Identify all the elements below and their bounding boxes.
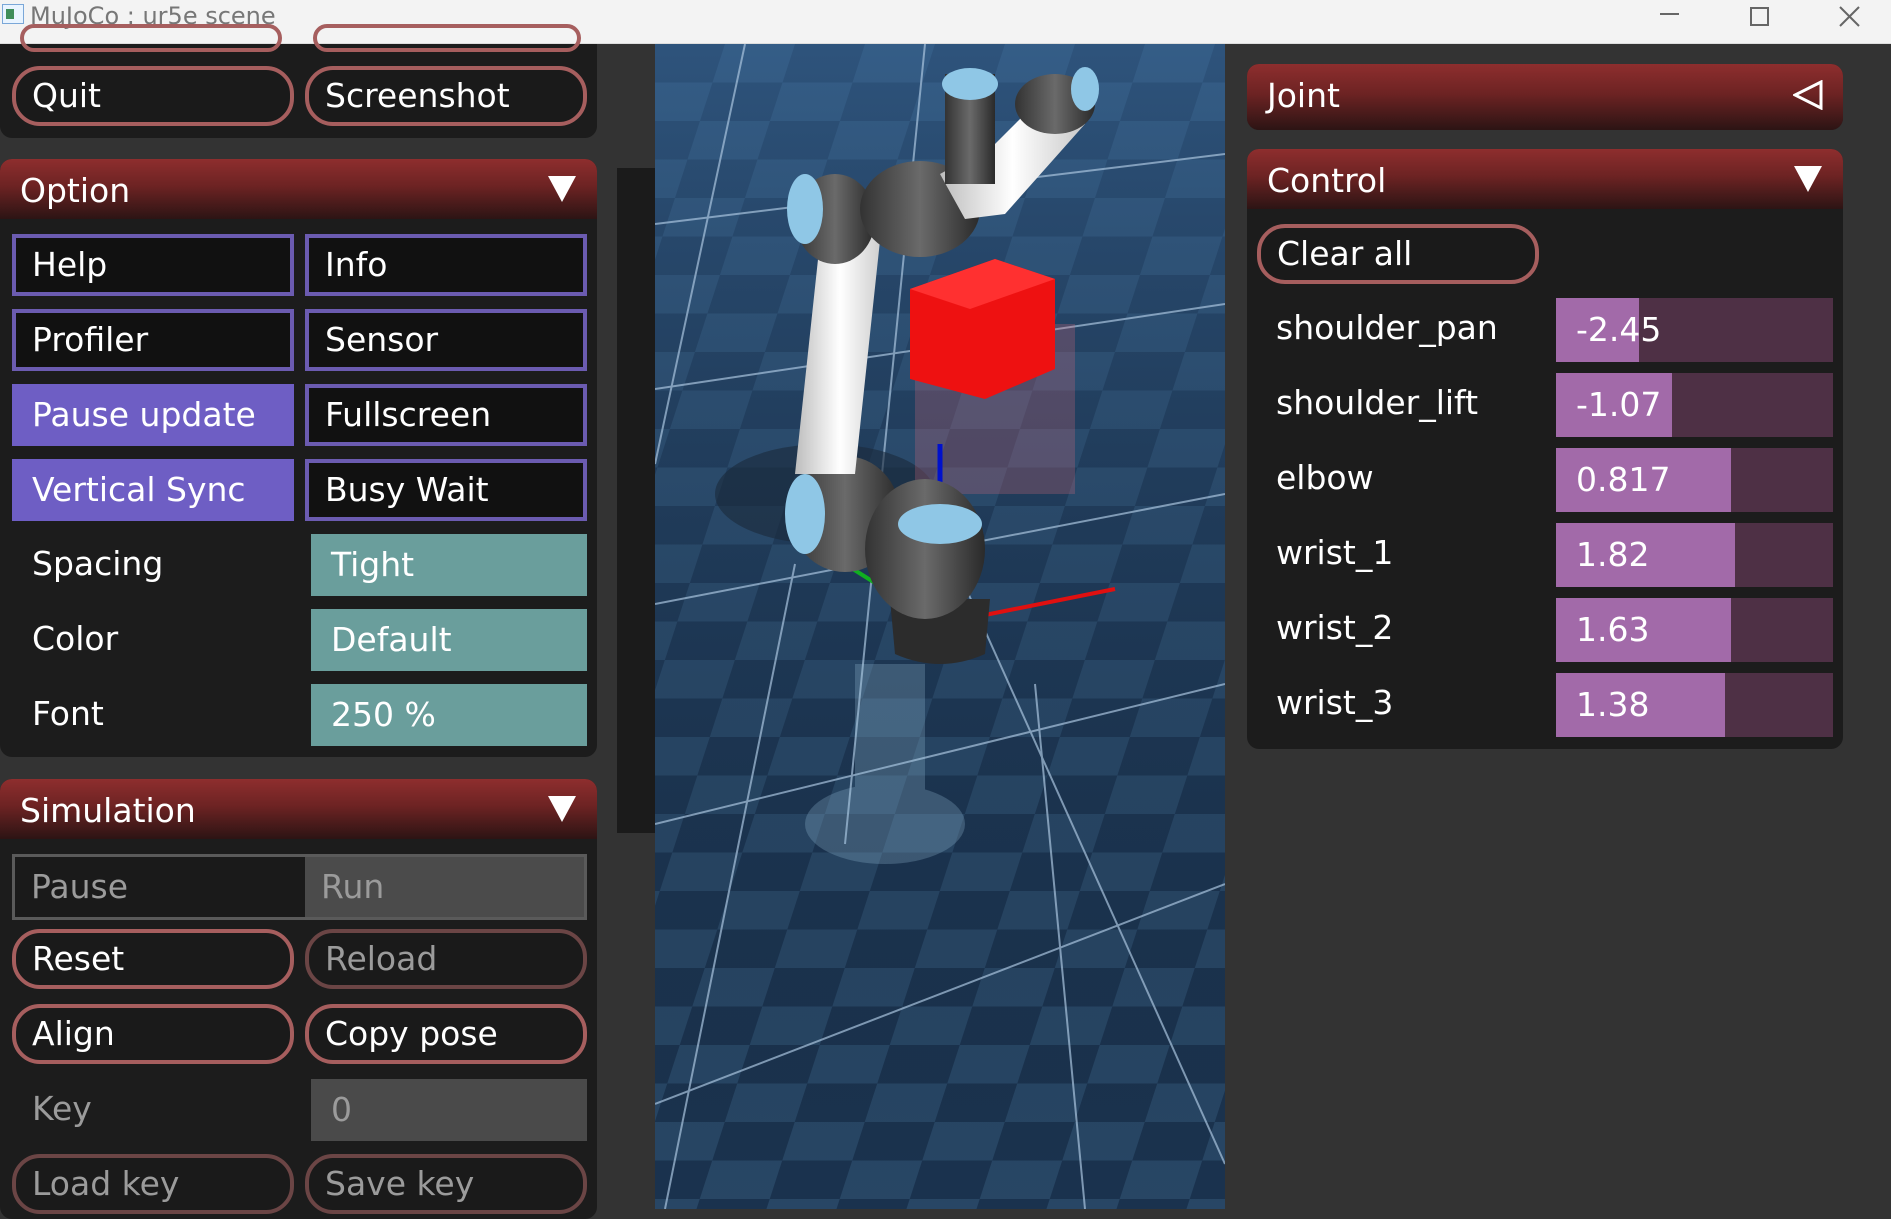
info-button[interactable]: Info xyxy=(305,234,587,296)
fullscreen-button[interactable]: Fullscreen xyxy=(305,384,587,446)
joint-title: Joint xyxy=(1267,76,1340,115)
robot-scene xyxy=(655,44,1225,1209)
screenshot-button[interactable]: Screenshot xyxy=(305,66,587,126)
run-option[interactable]: Run xyxy=(305,857,585,917)
minimize-button[interactable] xyxy=(1625,0,1715,44)
joint-name-label: wrist_1 xyxy=(1276,533,1394,572)
joint-name-label: wrist_2 xyxy=(1276,608,1394,647)
expand-triangle-icon xyxy=(1793,80,1823,110)
joint-slider-wrist-3[interactable]: 1.38 xyxy=(1556,673,1833,737)
close-icon xyxy=(1839,6,1860,27)
joint-slider-wrist-2[interactable]: 1.63 xyxy=(1556,598,1833,662)
slider-value: 1.38 xyxy=(1576,685,1650,724)
reload-button[interactable]: Reload xyxy=(305,929,587,989)
joint-name-label: elbow xyxy=(1276,458,1374,497)
spacing-label: Spacing xyxy=(32,544,164,583)
vertical-sync-button[interactable]: Vertical Sync xyxy=(12,459,294,521)
slider-value: 0.817 xyxy=(1576,460,1671,499)
collapse-triangle-icon xyxy=(1794,166,1822,192)
color-label: Color xyxy=(32,619,119,658)
app-icon xyxy=(2,4,24,24)
simulation-title: Simulation xyxy=(20,791,196,830)
maximize-icon xyxy=(1750,7,1769,26)
joint-slider-elbow[interactable]: 0.817 xyxy=(1556,448,1833,512)
help-button[interactable]: Help xyxy=(12,234,294,296)
font-select[interactable]: 250 % xyxy=(311,684,587,746)
option-header[interactable]: Option xyxy=(0,159,597,219)
joint-panel: Joint xyxy=(1247,64,1843,130)
simulation-panel: Simulation Pause Run Reset Reload Align … xyxy=(0,779,597,1219)
joint-name-label: wrist_3 xyxy=(1276,683,1394,722)
slider-value: 1.82 xyxy=(1576,535,1650,574)
left-panel-scrollbar[interactable] xyxy=(617,168,655,833)
copy-pose-button[interactable]: Copy pose xyxy=(305,1004,587,1064)
quit-button[interactable]: Quit xyxy=(12,66,294,126)
slider-value: -2.45 xyxy=(1576,310,1662,349)
control-title: Control xyxy=(1267,161,1387,200)
busy-wait-button[interactable]: Busy Wait xyxy=(305,459,587,521)
joint-name-label: shoulder_pan xyxy=(1276,308,1498,347)
joint-name-label: shoulder_lift xyxy=(1276,383,1479,422)
load-key-button[interactable]: Load key xyxy=(12,1154,294,1214)
title-bar: MuJoCo : ur5e scene xyxy=(0,0,1891,44)
close-button[interactable] xyxy=(1805,0,1891,44)
pause-option[interactable]: Pause xyxy=(15,857,305,917)
simulation-header[interactable]: Simulation xyxy=(0,779,597,839)
reset-button[interactable]: Reset xyxy=(12,929,294,989)
file-panel: Quit Screenshot xyxy=(0,24,597,138)
collapse-triangle-icon xyxy=(548,796,576,822)
control-header[interactable]: Control xyxy=(1247,149,1843,209)
color-select[interactable]: Default xyxy=(311,609,587,671)
joint-slider-wrist-1[interactable]: 1.82 xyxy=(1556,523,1833,587)
pause-update-button[interactable]: Pause update xyxy=(12,384,294,446)
font-label: Font xyxy=(32,694,104,733)
pause-run-toggle[interactable]: Pause Run xyxy=(12,854,587,920)
joint-slider-shoulder-lift[interactable]: -1.07 xyxy=(1556,373,1833,437)
joint-slider-shoulder-pan[interactable]: -2.45 xyxy=(1556,298,1833,362)
hidden-button-top-left[interactable] xyxy=(20,24,282,52)
align-button[interactable]: Align xyxy=(12,1004,294,1064)
3d-viewport[interactable] xyxy=(655,44,1225,1209)
slider-value: 1.63 xyxy=(1576,610,1650,649)
save-key-button[interactable]: Save key xyxy=(305,1154,587,1214)
spacing-select[interactable]: Tight xyxy=(311,534,587,596)
hidden-button-top-right[interactable] xyxy=(313,24,581,52)
clear-all-button[interactable]: Clear all xyxy=(1257,224,1539,284)
joint-header[interactable]: Joint xyxy=(1247,64,1843,130)
slider-value: -1.07 xyxy=(1576,385,1662,424)
sensor-button[interactable]: Sensor xyxy=(305,309,587,371)
option-title: Option xyxy=(20,171,131,210)
collapse-triangle-icon xyxy=(548,176,576,202)
option-panel: Option Help Info Profiler Sensor Pause u… xyxy=(0,159,597,757)
key-field[interactable]: 0 xyxy=(311,1079,587,1141)
key-label: Key xyxy=(32,1089,92,1128)
profiler-button[interactable]: Profiler xyxy=(12,309,294,371)
minimize-icon xyxy=(1660,13,1679,15)
maximize-button[interactable] xyxy=(1715,0,1805,44)
